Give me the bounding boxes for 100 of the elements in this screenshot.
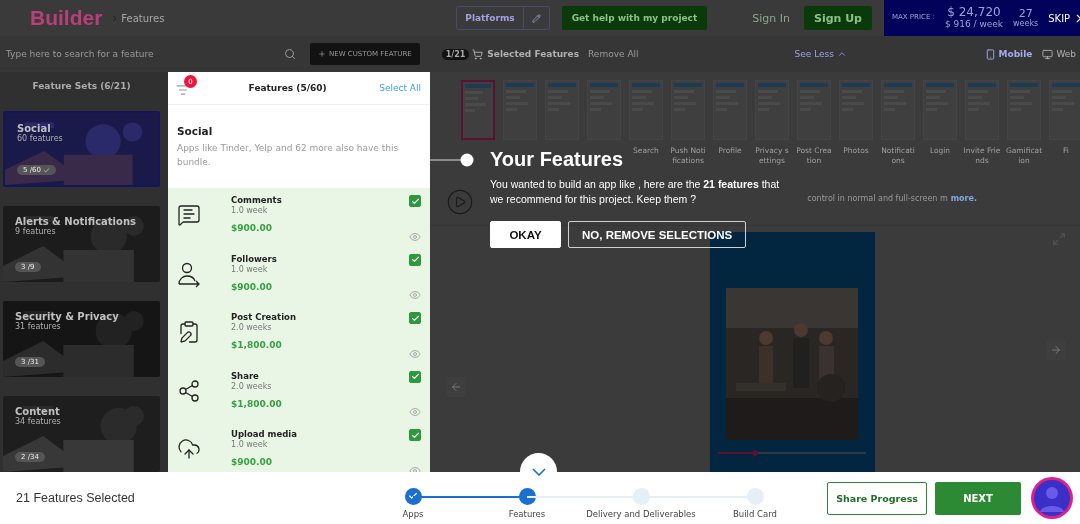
step-dot[interactable] <box>632 487 650 505</box>
feature-name: Share <box>231 370 260 381</box>
screen-thumbnail[interactable] <box>755 80 789 140</box>
set-count: 60 features <box>17 134 64 143</box>
remove-selections-button[interactable]: NO, REMOVE SELECTIONS <box>568 221 747 249</box>
feature-sets-title: Feature Sets (6/21) <box>31 80 132 93</box>
feature-duration: 1.0 week <box>231 440 269 449</box>
set-name: Content <box>15 406 61 417</box>
screen-thumbnail[interactable] <box>797 80 831 140</box>
total-price: $ 24,720 <box>947 6 1001 20</box>
feature-checkbox[interactable] <box>409 429 421 441</box>
duration-unit: weeks <box>1013 19 1039 29</box>
skip-button[interactable]: SKIP <box>1048 11 1080 25</box>
step-label[interactable]: Build Card <box>733 508 777 519</box>
feature-name: Comments <box>231 195 283 205</box>
edit-button[interactable] <box>523 6 550 30</box>
screen-thumbnail[interactable] <box>587 80 621 140</box>
set-name: Alerts & Notifications <box>15 216 137 227</box>
feature-name: Post Creation <box>231 312 297 322</box>
selected-features-label: Selected Features <box>487 49 579 59</box>
play-icon[interactable] <box>446 187 474 216</box>
weekly-price: $ 916 / week <box>944 19 1004 30</box>
eye-icon[interactable] <box>409 347 421 360</box>
chevron-up-icon <box>836 49 847 59</box>
feature-description: control in normal and full-screen m more. <box>807 194 977 203</box>
step-dot[interactable] <box>518 487 536 505</box>
avatar[interactable] <box>1030 476 1074 520</box>
eye-icon[interactable] <box>409 289 421 301</box>
eye-icon[interactable] <box>409 230 421 243</box>
okay-button[interactable]: OKAY <box>490 221 561 249</box>
comment-icon <box>177 203 201 227</box>
sign-up-button[interactable]: Sign Up <box>803 6 872 30</box>
features-selected-summary: 21 Features Selected <box>16 491 136 505</box>
chevron-down-icon <box>531 467 546 476</box>
screen-thumbnail[interactable] <box>923 80 957 140</box>
screen-thumbnail[interactable] <box>1007 80 1041 140</box>
next-button[interactable]: NEXT <box>935 481 1021 515</box>
view-tab[interactable]: Web <box>1042 48 1076 60</box>
duration: 27 <box>1018 7 1033 20</box>
feature-price: $900.00 <box>231 457 273 467</box>
feature-name: Upload media <box>231 429 298 439</box>
pencil-icon <box>531 13 541 23</box>
search-field[interactable]: Type here to search for a feature <box>4 47 284 60</box>
step-dot[interactable] <box>404 487 422 505</box>
arrow-right-icon <box>1050 344 1062 356</box>
share-icon <box>177 378 201 403</box>
set-count: 9 features <box>15 227 57 236</box>
check-icon <box>42 166 50 174</box>
screen-thumbnail[interactable] <box>713 80 747 140</box>
tour-title: Your Features <box>490 148 623 171</box>
set-count: 34 features <box>15 417 62 426</box>
feature-duration: 1.0 week <box>231 264 269 274</box>
feature-duration: 2.0 weeks <box>231 381 273 391</box>
monitor-icon <box>1042 48 1054 60</box>
search-icon[interactable] <box>284 47 296 60</box>
feature-checkbox[interactable] <box>409 195 421 207</box>
feature-checkbox[interactable] <box>409 370 421 383</box>
count-badge: 1/21 <box>441 48 470 60</box>
filter-icon[interactable] <box>176 83 190 97</box>
check-icon <box>408 491 418 501</box>
platforms-button[interactable]: Platforms <box>456 6 524 30</box>
feature-checkbox[interactable] <box>409 253 421 266</box>
screen-thumbnail[interactable] <box>503 80 537 140</box>
screen-thumbnail[interactable] <box>881 80 915 140</box>
help-button[interactable]: Get help with my project <box>561 6 708 30</box>
set-name: Social <box>17 123 52 134</box>
more-link[interactable]: more. <box>950 194 977 203</box>
screen-thumbnail[interactable] <box>965 80 999 140</box>
screen-thumbnail[interactable] <box>461 80 495 140</box>
screen-thumbnail[interactable] <box>1049 80 1080 140</box>
screen-thumbnail[interactable] <box>671 80 705 140</box>
bundle-description: Apps like Tinder, Yelp and 62 more also have this bundle. <box>177 142 400 169</box>
feature-price: $900.00 <box>231 223 273 233</box>
screen-thumbnail[interactable] <box>629 80 663 140</box>
sign-in-link[interactable]: Sign In <box>752 11 790 25</box>
screen-thumbnail[interactable] <box>545 80 579 140</box>
feature-price: $1,800.00 <box>231 340 283 350</box>
set-name: Security & Privacy <box>15 311 120 322</box>
remove-all-link[interactable]: Remove All <box>588 49 639 59</box>
plus-icon <box>318 50 326 58</box>
step-label[interactable]: Delivery and Deliverables <box>586 508 696 519</box>
share-progress-button[interactable]: Share Progress <box>827 481 927 515</box>
breadcrumb[interactable]: Features <box>121 12 165 24</box>
eye-icon[interactable] <box>409 406 421 418</box>
feature-duration: 1.0 week <box>231 206 269 215</box>
see-less-link[interactable]: See Less <box>794 49 847 59</box>
step-dot[interactable] <box>746 487 764 505</box>
feature-name: Followers <box>231 253 278 264</box>
step-label[interactable]: Features <box>508 508 546 519</box>
step-label[interactable]: Apps <box>402 508 424 519</box>
feature-checkbox[interactable] <box>409 312 421 324</box>
feature-duration: 2.0 weeks <box>231 323 273 332</box>
view-tab[interactable]: Mobile <box>984 48 1033 60</box>
feature-price: $900.00 <box>231 281 273 292</box>
clipboard-icon <box>177 320 201 344</box>
expand-icon[interactable] <box>1052 232 1066 246</box>
phone-icon <box>984 48 996 60</box>
set-count: 31 features <box>15 322 61 331</box>
cloud-upload-icon <box>177 437 201 461</box>
screen-thumbnail[interactable] <box>839 80 873 140</box>
